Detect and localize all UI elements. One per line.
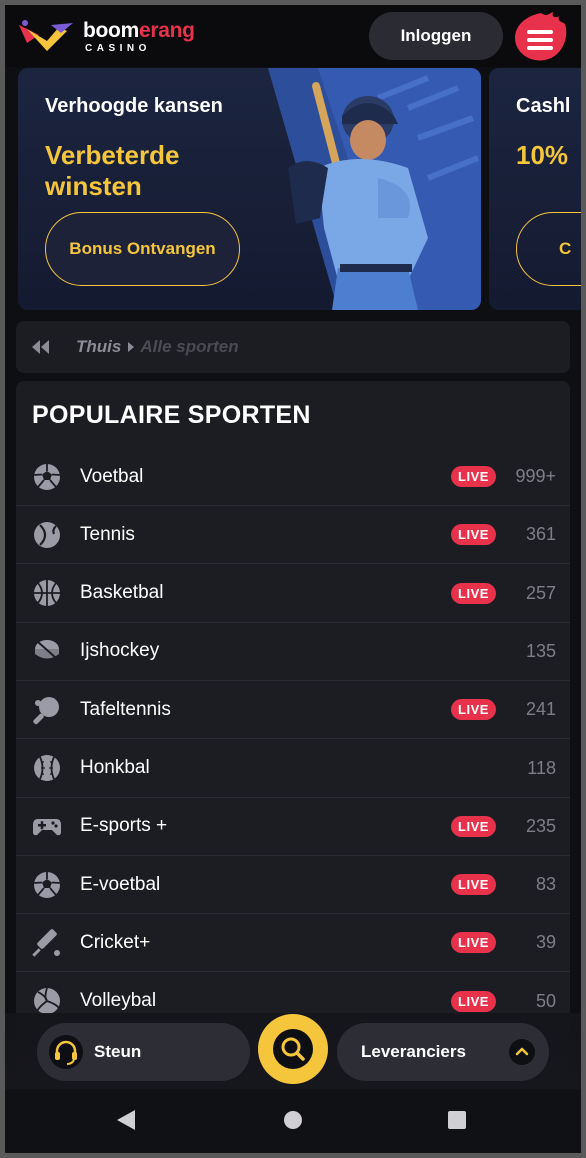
- sport-name: Volleybal: [80, 990, 157, 1012]
- live-badge: LIVE: [451, 699, 496, 721]
- section-title: POPULAIRE SPORTEN: [32, 401, 311, 429]
- boomerang-logo[interactable]: boomerang CASINO: [17, 15, 217, 59]
- sport-row-e-sports[interactable]: E-sports + LIVE 235: [16, 798, 570, 856]
- search-icon: [273, 1029, 313, 1069]
- sport-row-tennis[interactable]: Tennis LIVE 361: [16, 506, 570, 565]
- sport-name: E-voetbal: [80, 873, 161, 895]
- logo-subtitle: CASINO: [85, 43, 151, 54]
- bottom-action-bar: Steun Leveranciers: [5, 1013, 581, 1089]
- event-count: 83: [535, 874, 556, 895]
- event-count: 241: [525, 699, 556, 720]
- basketball-icon: [34, 580, 60, 607]
- promo-card-boosted-odds[interactable]: Verhoogde kansen Verbeterde winsten Bonu…: [18, 68, 481, 310]
- boomerang-logo-icon: [19, 20, 73, 51]
- headset-icon: [49, 1035, 83, 1069]
- hamburger-menu-icon[interactable]: [511, 10, 569, 64]
- sport-name: Tennis: [80, 523, 135, 545]
- event-count: 361: [525, 524, 556, 545]
- sport-name: Honkbal: [80, 757, 150, 778]
- promo-button[interactable]: C: [516, 212, 581, 286]
- back-triangle-icon[interactable]: [116, 1109, 136, 1131]
- promo-title: Cashl: [516, 95, 571, 117]
- claim-bonus-button[interactable]: Bonus Ontvangen: [45, 212, 240, 286]
- event-count: 135: [525, 640, 556, 661]
- event-count: 39: [535, 932, 556, 953]
- breadcrumb-home-link[interactable]: Thuis: [76, 337, 121, 357]
- sport-row-basketbal[interactable]: Basketbal LIVE 257: [16, 565, 570, 623]
- sport-row-e-voetbal[interactable]: E-voetbal LIVE 83: [16, 856, 570, 915]
- sport-row-voetbal[interactable]: Voetbal LIVE 999+: [16, 448, 570, 506]
- live-badge: LIVE: [451, 932, 496, 954]
- logo-wordmark: boomerang: [83, 19, 195, 42]
- sport-name: E-sports +: [80, 815, 168, 837]
- top-header: boomerang CASINO Inloggen: [5, 5, 581, 67]
- table-tennis-icon: [33, 696, 59, 724]
- promo-title: Verhoogde kansen: [45, 95, 223, 117]
- promo-headline: 10%: [516, 140, 569, 170]
- live-badge: LIVE: [451, 815, 496, 837]
- hockey-puck-icon: [35, 640, 59, 660]
- sport-row-honkbal[interactable]: Honkbal 118: [16, 740, 570, 798]
- cricket-bat-icon: [32, 929, 60, 957]
- soccer-ball-icon: [33, 463, 61, 490]
- soccer-ball-icon: [33, 871, 61, 898]
- promo-headline: Verbeterde winsten: [45, 140, 180, 201]
- tennis-ball-icon: [34, 521, 60, 548]
- support-label: Steun: [94, 1042, 142, 1061]
- event-count: 257: [525, 582, 556, 603]
- double-chevron-left-icon[interactable]: [30, 339, 52, 355]
- breadcrumb-current: Alle sporten: [140, 337, 239, 356]
- support-button[interactable]: Steun: [37, 1023, 250, 1081]
- baseball-icon: [34, 755, 60, 781]
- app-frame: boomerang CASINO Inloggen Verhoogde kans…: [5, 5, 581, 1153]
- sport-name: Ijshockey: [80, 640, 160, 662]
- sport-row-cricket[interactable]: Cricket+ LIVE 39: [16, 914, 570, 973]
- volleyball-icon: [34, 987, 60, 1015]
- promo-card-cashback[interactable]: Cashl 10% C: [489, 68, 581, 310]
- live-badge: LIVE: [451, 582, 496, 604]
- gamepad-icon: [33, 819, 61, 836]
- sport-name: Cricket+: [80, 931, 151, 953]
- event-count: 50: [535, 990, 556, 1011]
- system-navigation-bar: [5, 1089, 581, 1153]
- sport-name: Basketbal: [80, 582, 164, 604]
- live-badge: LIVE: [451, 874, 496, 896]
- providers-button[interactable]: Leveranciers: [337, 1023, 549, 1081]
- live-badge: LIVE: [451, 466, 496, 487]
- recent-apps-square-icon[interactable]: [447, 1110, 467, 1130]
- sport-row-ijshockey[interactable]: Ijshockey 135: [16, 623, 570, 681]
- sport-name: Voetbal: [80, 465, 144, 487]
- chevron-up-icon: [509, 1039, 535, 1065]
- sport-row-tafeltennis[interactable]: Tafeltennis LIVE 241: [16, 681, 570, 740]
- event-count: 235: [525, 815, 556, 836]
- event-count: 999+: [515, 466, 556, 486]
- login-button[interactable]: Inloggen: [369, 12, 503, 60]
- sport-name: Tafeltennis: [80, 698, 171, 720]
- live-badge: LIVE: [451, 990, 496, 1012]
- live-badge: LIVE: [451, 524, 496, 546]
- providers-label: Leveranciers: [361, 1042, 466, 1061]
- search-button[interactable]: [258, 1014, 328, 1084]
- breadcrumb-separator-icon: [128, 342, 135, 352]
- baseball-player-illustration: [268, 68, 481, 310]
- breadcrumb: Thuis Alle sporten: [16, 321, 570, 373]
- home-circle-icon[interactable]: [283, 1110, 303, 1130]
- event-count: 118: [527, 757, 556, 778]
